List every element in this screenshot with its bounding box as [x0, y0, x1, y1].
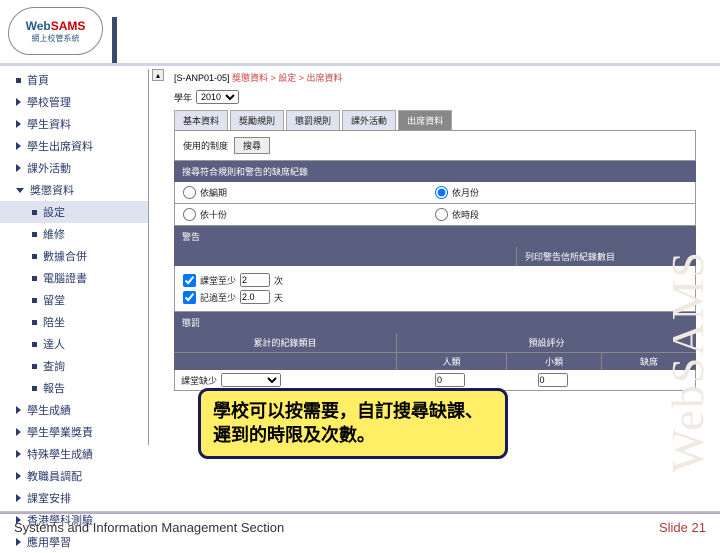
tab-attendance[interactable]: 出席資料	[398, 110, 452, 130]
sidebar-sub-enquiry[interactable]: 查詢	[0, 355, 148, 377]
bullet-icon	[32, 276, 37, 281]
bullet-icon	[16, 78, 21, 83]
bullet-icon	[32, 386, 37, 391]
input-score-1[interactable]	[435, 373, 465, 387]
chevron-right-icon	[16, 142, 21, 150]
chevron-right-icon	[16, 472, 21, 480]
th-record-type: 累計的紀錄類目	[174, 333, 396, 352]
check-lesson-min[interactable]	[183, 274, 196, 287]
bullet-icon	[32, 210, 37, 215]
input-lesson-min[interactable]	[240, 273, 270, 287]
radio-by-month[interactable]	[435, 186, 448, 199]
bullet-icon	[32, 232, 37, 237]
sidebar-sub-cert[interactable]: 電腦證書	[0, 267, 148, 289]
bullet-icon	[32, 320, 37, 325]
sidebar-sub-report[interactable]: 報告	[0, 377, 148, 399]
sidebar-sub-merge[interactable]: 數據合併	[0, 245, 148, 267]
chevron-right-icon	[16, 494, 21, 502]
annotation-callout: 學校可以按需要，自訂搜尋缺課、遲到的時限及次數。	[198, 388, 508, 459]
search-button[interactable]: 搜尋	[234, 137, 270, 154]
header-divider	[112, 17, 117, 65]
punish-header: 懲罰	[174, 312, 696, 333]
sidebar-item-eca[interactable]: 課外活動	[0, 157, 148, 179]
radio-by-ten[interactable]	[183, 208, 196, 221]
chevron-down-icon	[16, 188, 24, 193]
breadcrumb: [S-ANP01-05] 獎懲資料 > 設定 > 出席資料	[174, 71, 696, 84]
watermark: WebSAMS	[661, 250, 714, 472]
sidebar-item-results[interactable]: 學生成績	[0, 399, 148, 421]
sidebar-item-attendance[interactable]: 學生出席資料	[0, 135, 148, 157]
bullet-icon	[32, 254, 37, 259]
th-human: 人類	[396, 353, 506, 370]
sidebar-sub-maintain[interactable]: 維修	[0, 223, 148, 245]
chevron-right-icon	[16, 428, 21, 436]
chevron-right-icon	[16, 120, 21, 128]
sidebar-item-home[interactable]: 首頁	[0, 69, 148, 91]
row-select[interactable]	[221, 373, 281, 387]
tab-punish[interactable]: 懲罰規則	[286, 110, 340, 130]
tab-reward[interactable]: 獎勵規則	[230, 110, 284, 130]
radio-by-period[interactable]	[435, 208, 448, 221]
sidebar-sub-escort[interactable]: 陪坐	[0, 311, 148, 333]
vertical-divider	[148, 69, 149, 445]
system-label: 使用的制度	[183, 139, 228, 152]
check-demerit-min[interactable]	[183, 291, 196, 304]
header-rule	[0, 63, 720, 66]
search-criteria-header: 搜尋符合規則和警告的缺席紀錄	[174, 161, 696, 182]
bullet-icon	[32, 342, 37, 347]
chevron-right-icon	[16, 98, 21, 106]
sidebar-item-sen-results[interactable]: 特殊學生成績	[0, 443, 148, 465]
input-score-2[interactable]	[538, 373, 568, 387]
sidebar-sub-expert[interactable]: 達人	[0, 333, 148, 355]
sidebar: 首頁 學校管理 學生資料 學生出席資料 課外活動 獎懲資料 設定 維修 數據合併…	[0, 69, 148, 553]
sidebar-sub-settings[interactable]: 設定	[0, 201, 148, 223]
sidebar-item-academic-awards[interactable]: 學生學業獎責	[0, 421, 148, 443]
row-label: 課堂缺少	[181, 374, 217, 387]
sidebar-item-staff[interactable]: 教職員調配	[0, 465, 148, 487]
bullet-icon	[32, 298, 37, 303]
chevron-right-icon	[16, 406, 21, 414]
footer-left: Systems and Information Management Secti…	[14, 520, 284, 535]
th-default-score: 預設評分	[396, 333, 696, 352]
websams-logo: WebSAMS 網上校管系統	[8, 7, 103, 55]
sidebar-item-awards[interactable]: 獎懲資料	[0, 179, 148, 201]
year-select[interactable]: 2010	[196, 90, 239, 104]
sidebar-item-student-info[interactable]: 學生資料	[0, 113, 148, 135]
sidebar-item-school-mgmt[interactable]: 學校管理	[0, 91, 148, 113]
radio-by-term[interactable]	[183, 186, 196, 199]
warning-header: 警告	[174, 226, 696, 247]
tab-eca[interactable]: 課外活動	[342, 110, 396, 130]
sidebar-item-room[interactable]: 課室安排	[0, 487, 148, 509]
bullet-icon	[32, 364, 37, 369]
sidebar-sub-detention[interactable]: 留堂	[0, 289, 148, 311]
scroll-up-icon[interactable]: ▴	[152, 69, 164, 81]
main-panel: [S-ANP01-05] 獎懲資料 > 設定 > 出席資料 學年 2010 基本…	[174, 71, 696, 391]
chevron-right-icon	[16, 450, 21, 458]
input-demerit-min[interactable]	[240, 290, 270, 304]
th-minor: 小類	[506, 353, 601, 370]
year-label: 學年	[174, 91, 192, 104]
tab-basic[interactable]: 基本資料	[174, 110, 228, 130]
chevron-right-icon	[16, 164, 21, 172]
footer-right: Slide 21	[659, 520, 706, 535]
